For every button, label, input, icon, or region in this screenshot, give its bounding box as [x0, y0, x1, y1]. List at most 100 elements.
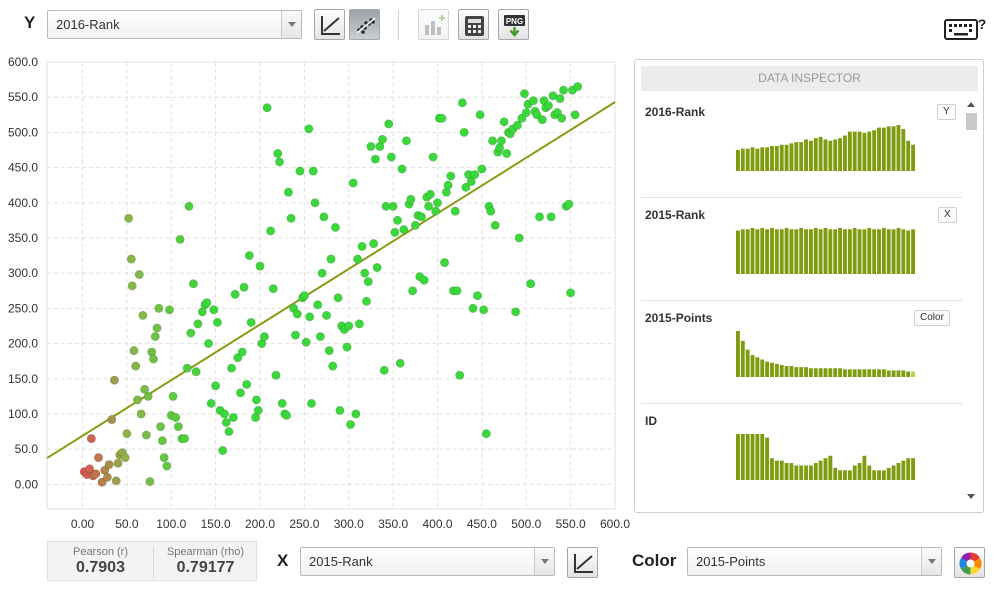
data-point[interactable] [286, 213, 296, 223]
data-point[interactable] [290, 330, 301, 340]
data-point[interactable] [470, 170, 480, 180]
data-point[interactable] [154, 303, 164, 313]
data-point[interactable] [129, 346, 139, 356]
data-point[interactable] [212, 317, 222, 328]
data-point[interactable] [152, 323, 162, 333]
png-download-button[interactable]: PNG [498, 9, 529, 40]
data-point[interactable] [122, 429, 132, 439]
data-point[interactable] [230, 289, 240, 299]
data-point[interactable] [342, 342, 352, 352]
data-point[interactable] [171, 412, 181, 423]
export-data-button[interactable] [458, 9, 489, 40]
data-point[interactable] [184, 201, 194, 211]
data-point[interactable] [315, 331, 325, 342]
data-point[interactable] [246, 317, 256, 328]
data-point[interactable] [271, 370, 281, 380]
data-point[interactable] [499, 117, 509, 127]
data-point[interactable] [390, 227, 400, 237]
data-point[interactable] [459, 127, 469, 137]
data-point[interactable] [354, 319, 364, 329]
inspector-row-2016-rank[interactable]: 2016-Rank Y [641, 95, 962, 198]
data-point[interactable] [555, 94, 565, 104]
data-point[interactable] [120, 453, 130, 463]
data-point[interactable] [514, 233, 524, 243]
data-point[interactable] [308, 166, 318, 176]
data-point[interactable] [384, 119, 394, 129]
data-point[interactable] [206, 398, 216, 408]
data-point[interactable] [132, 395, 143, 405]
data-point[interactable] [450, 206, 460, 216]
data-point[interactable] [399, 224, 409, 235]
data-point[interactable] [570, 110, 580, 120]
data-point[interactable] [239, 282, 249, 292]
scroll-down-icon[interactable] [967, 494, 975, 499]
data-point[interactable] [419, 275, 429, 285]
data-point[interactable] [162, 461, 172, 471]
data-point[interactable] [511, 307, 521, 317]
data-point[interactable] [335, 405, 345, 415]
data-point[interactable] [361, 296, 372, 306]
data-point[interactable] [386, 152, 396, 162]
inspector-row-2015-points[interactable]: 2015-Points Color [641, 301, 962, 404]
data-point[interactable] [487, 136, 498, 146]
data-point[interactable] [328, 361, 338, 371]
data-point[interactable] [305, 312, 315, 322]
data-point[interactable] [393, 215, 403, 225]
data-point[interactable] [366, 141, 376, 152]
data-point[interactable] [401, 136, 411, 146]
data-point[interactable] [148, 354, 159, 364]
data-point[interactable] [564, 199, 574, 209]
data-point[interactable] [228, 412, 238, 423]
x-variable-select[interactable]: 2015-Rank [300, 547, 555, 576]
data-point[interactable] [330, 222, 340, 232]
data-point[interactable] [455, 370, 465, 380]
data-point[interactable] [370, 154, 380, 164]
data-point[interactable] [486, 206, 496, 216]
data-point[interactable] [490, 220, 500, 230]
data-point[interactable] [126, 254, 136, 264]
data-point[interactable] [546, 212, 556, 222]
data-point[interactable] [143, 391, 153, 401]
data-point[interactable] [292, 309, 302, 319]
data-point[interactable] [253, 405, 263, 415]
data-point[interactable] [150, 331, 160, 342]
data-point[interactable] [277, 398, 287, 408]
data-point[interactable] [573, 82, 583, 92]
data-point[interactable] [425, 189, 435, 199]
data-point[interactable] [138, 310, 148, 320]
data-point[interactable] [479, 305, 489, 315]
data-point[interactable] [86, 434, 96, 444]
data-point[interactable] [164, 305, 175, 315]
data-point[interactable] [416, 212, 427, 222]
data-point[interactable] [468, 303, 478, 313]
data-point[interactable] [357, 241, 367, 251]
data-point[interactable] [141, 430, 151, 440]
data-point[interactable] [351, 409, 361, 419]
data-point[interactable] [369, 239, 379, 249]
color-palette-button[interactable] [954, 547, 985, 578]
add-chart-button[interactable] [418, 9, 449, 40]
data-point[interactable] [282, 410, 292, 420]
data-point[interactable] [432, 198, 443, 208]
data-point[interactable] [219, 409, 230, 419]
inspector-scrollbar[interactable] [962, 98, 978, 508]
scroll-up-icon[interactable] [967, 102, 975, 107]
data-point[interactable] [113, 458, 123, 468]
data-point[interactable] [317, 268, 327, 278]
data-point[interactable] [273, 148, 283, 159]
data-point[interactable] [131, 361, 141, 371]
data-point[interactable] [156, 422, 166, 432]
data-point[interactable] [221, 417, 231, 427]
data-point[interactable] [186, 328, 196, 338]
data-point[interactable] [93, 453, 104, 463]
data-point[interactable] [180, 434, 190, 444]
data-point[interactable] [202, 298, 212, 308]
data-point[interactable] [481, 429, 491, 439]
data-point[interactable] [255, 261, 265, 271]
keyboard-help-button[interactable]: ? [944, 15, 988, 41]
data-point[interactable] [322, 310, 332, 320]
data-point[interactable] [446, 171, 456, 181]
data-point[interactable] [259, 331, 269, 342]
data-point[interactable] [521, 108, 531, 118]
data-point[interactable] [193, 319, 203, 329]
